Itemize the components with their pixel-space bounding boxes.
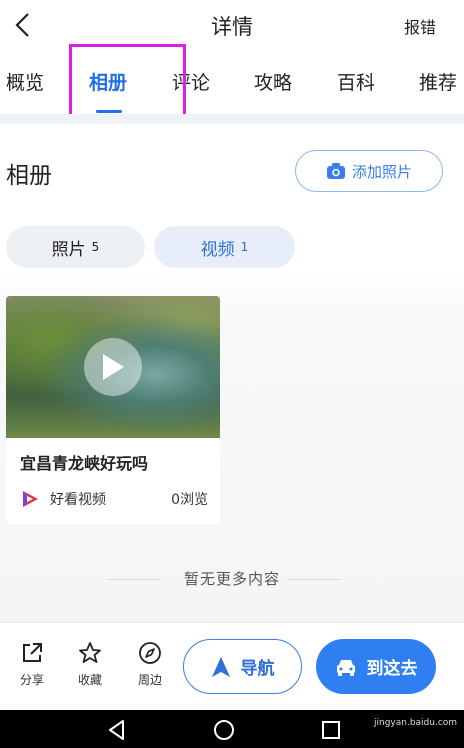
add-photo-label: 添加照片 xyxy=(351,162,412,181)
video-thumbnail[interactable] xyxy=(6,296,220,438)
add-photo-button[interactable]: 添加照片 xyxy=(295,150,443,192)
compass-icon xyxy=(139,642,161,664)
video-card[interactable]: 宜昌青龙峡好玩吗 好看视频 0浏览 xyxy=(6,296,220,524)
view-count: 0浏览 xyxy=(171,492,208,508)
album-heading: 相册 xyxy=(6,163,52,189)
nearby-button[interactable]: 周边 xyxy=(128,641,172,688)
haokan-video-logo-icon xyxy=(23,491,38,507)
top-bar: 详情 报错 xyxy=(0,0,464,50)
star-icon xyxy=(79,642,101,663)
video-source: 好看视频 xyxy=(50,492,106,508)
car-icon xyxy=(336,659,355,676)
filter-photos-count: 5 xyxy=(91,240,100,254)
watermark-text: Bai经验 xyxy=(374,697,424,712)
navigate-button[interactable]: 导航 xyxy=(183,639,302,694)
nearby-label: 周边 xyxy=(137,673,162,687)
video-meta-row: 好看视频 0浏览 xyxy=(20,488,208,510)
baidu-jingyan-watermark: Bai经验 jingyan.baidu.com xyxy=(374,696,458,738)
system-back-icon[interactable] xyxy=(106,719,128,741)
filter-videos-count: 1 xyxy=(240,240,249,254)
tab-recommend[interactable]: 推荐 xyxy=(419,68,457,95)
share-label: 分享 xyxy=(19,673,44,687)
watermark-url: jingyan.baidu.com xyxy=(374,718,458,728)
go-here-label: 到这去 xyxy=(366,659,418,679)
filter-videos-label: 视频 xyxy=(200,239,235,260)
section-divider xyxy=(0,114,464,124)
page-title: 详情 xyxy=(211,15,253,39)
filter-videos[interactable]: 视频 1 xyxy=(154,226,295,268)
system-recents-icon[interactable] xyxy=(320,719,342,741)
filter-photos-label: 照片 xyxy=(51,239,86,260)
tab-guides[interactable]: 攻略 xyxy=(254,68,292,95)
share-icon xyxy=(23,643,42,662)
go-here-button[interactable]: 到这去 xyxy=(316,639,436,694)
favorite-button[interactable]: 收藏 xyxy=(68,641,112,688)
tab-overview[interactable]: 概览 xyxy=(6,68,44,95)
favorite-label: 收藏 xyxy=(77,673,102,687)
no-more-content-text: 暂无更多内容 xyxy=(183,570,280,588)
share-button[interactable]: 分享 xyxy=(10,641,54,688)
navigate-label: 导航 xyxy=(240,659,275,679)
camera-icon xyxy=(326,163,345,179)
tab-encyclopedia[interactable]: 百科 xyxy=(337,68,375,95)
report-error-button[interactable]: 报错 xyxy=(404,14,436,38)
video-title: 宜昌青龙峡好玩吗 xyxy=(20,454,149,473)
play-button[interactable] xyxy=(84,338,142,396)
filter-photos[interactable]: 照片 5 xyxy=(6,226,145,268)
navigation-arrow-icon xyxy=(211,656,230,677)
play-icon xyxy=(103,354,124,380)
no-more-right-line xyxy=(287,579,341,580)
system-home-icon[interactable] xyxy=(213,719,235,741)
album-section: 相册 添加照片 照片 5 视频 1 宜昌青龙峡好玩吗 好看视频 0浏览 暂无更多… xyxy=(0,124,464,622)
